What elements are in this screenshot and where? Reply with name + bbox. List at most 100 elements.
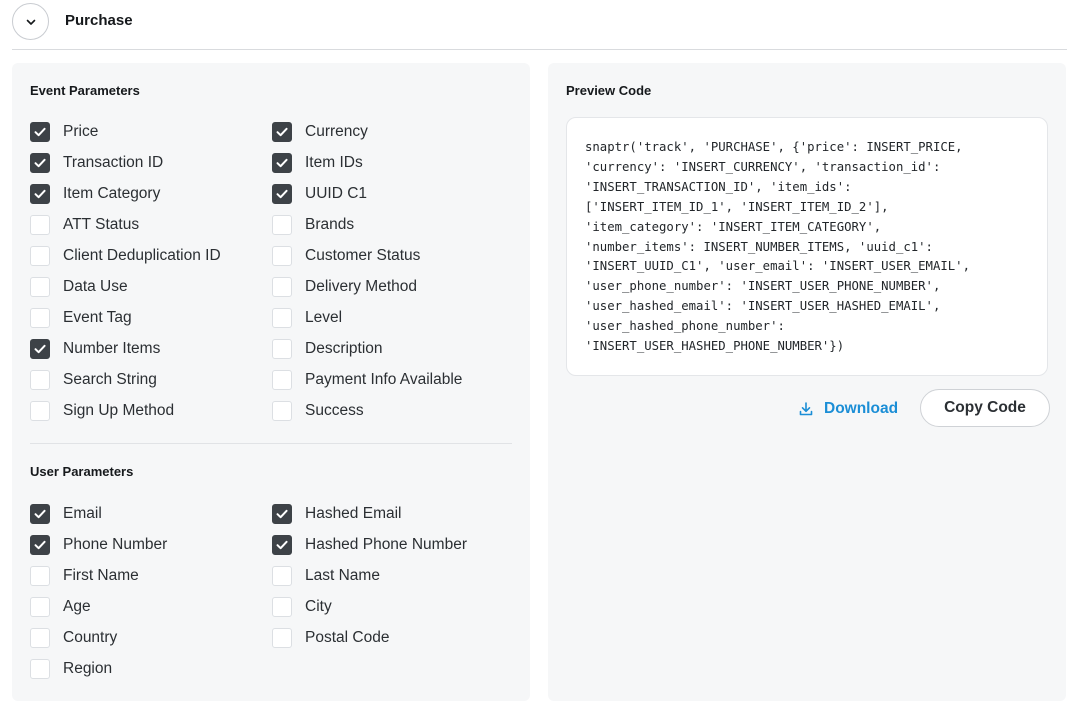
checkbox-unchecked[interactable] (272, 246, 292, 266)
chevron-down-icon (26, 19, 35, 25)
check-icon (276, 158, 288, 168)
check-icon (276, 509, 288, 519)
check-icon (34, 509, 46, 519)
preview-panel: Preview Code snaptr('track', 'PURCHASE',… (548, 63, 1066, 701)
checkbox-label: ATT Status (63, 216, 140, 233)
checkbox-price[interactable]: Price (30, 121, 98, 143)
check-icon (276, 540, 288, 550)
checkbox-email[interactable]: Email (30, 503, 102, 525)
checkbox-checked[interactable] (272, 153, 292, 173)
checkbox-label: Transaction ID (63, 154, 164, 171)
check-icon (34, 189, 46, 199)
checkbox-label: Customer Status (305, 247, 421, 264)
checkbox-label: Currency (305, 123, 368, 140)
checkbox-label: Price (63, 123, 99, 140)
checkbox-unchecked[interactable] (272, 339, 292, 359)
checkbox-label: First Name (63, 567, 139, 584)
checkbox-label: Payment Info Available (305, 371, 463, 388)
checkbox-transaction-id[interactable]: Transaction ID (30, 152, 163, 174)
checkbox-checked[interactable] (272, 184, 292, 204)
checkbox-unchecked[interactable] (272, 401, 292, 421)
checkbox-description[interactable]: Description (272, 338, 383, 360)
checkbox-unchecked[interactable] (272, 277, 292, 297)
checkbox-phone-number[interactable]: Phone Number (30, 534, 167, 556)
checkbox-unchecked[interactable] (30, 659, 50, 679)
checkbox-delivery-method[interactable]: Delivery Method (272, 276, 417, 298)
user-parameters-title: User Parameters (30, 464, 134, 479)
checkbox-item-ids[interactable]: Item IDs (272, 152, 363, 174)
section-header: Purchase (0, 0, 1080, 50)
checkbox-checked[interactable] (30, 535, 50, 555)
checkbox-unchecked[interactable] (272, 566, 292, 586)
checkbox-checked[interactable] (30, 504, 50, 524)
checkbox-unchecked[interactable] (30, 370, 50, 390)
checkbox-checked[interactable] (30, 153, 50, 173)
check-icon (34, 127, 46, 137)
checkbox-unchecked[interactable] (30, 401, 50, 421)
checkbox-success[interactable]: Success (272, 400, 364, 422)
checkbox-data-use[interactable]: Data Use (30, 276, 128, 298)
checkbox-number-items[interactable]: Number Items (30, 338, 160, 360)
checkbox-checked[interactable] (30, 339, 50, 359)
checkbox-hashed-phone-number[interactable]: Hashed Phone Number (272, 534, 467, 556)
checkbox-unchecked[interactable] (272, 308, 292, 328)
collapse-button[interactable] (12, 3, 49, 40)
checkbox-brands[interactable]: Brands (272, 214, 354, 236)
checkbox-unchecked[interactable] (272, 597, 292, 617)
checkbox-unchecked[interactable] (272, 628, 292, 648)
preview-code-title: Preview Code (566, 83, 652, 98)
checkbox-checked[interactable] (30, 122, 50, 142)
checkbox-unchecked[interactable] (30, 246, 50, 266)
checkbox-unchecked[interactable] (30, 628, 50, 648)
checkbox-search-string[interactable]: Search String (30, 369, 157, 391)
checkbox-customer-status[interactable]: Customer Status (272, 245, 420, 267)
checkbox-level[interactable]: Level (272, 307, 342, 329)
check-icon (34, 540, 46, 550)
checkbox-item-category[interactable]: Item Category (30, 183, 160, 205)
header-divider (12, 49, 1067, 50)
checkbox-label: Hashed Email (305, 505, 402, 522)
checkbox-hashed-email[interactable]: Hashed Email (272, 503, 402, 525)
checkbox-checked[interactable] (272, 122, 292, 142)
copy-code-button[interactable]: Copy Code (920, 389, 1050, 427)
checkbox-label: Number Items (63, 340, 161, 357)
checkbox-unchecked[interactable] (272, 370, 292, 390)
checkbox-client-deduplication-id[interactable]: Client Deduplication ID (30, 245, 221, 267)
checkbox-first-name[interactable]: First Name (30, 565, 139, 587)
checkbox-label: Success (305, 402, 364, 419)
checkbox-att-status[interactable]: ATT Status (30, 214, 139, 236)
checkbox-label: Event Tag (63, 309, 132, 326)
checkbox-event-tag[interactable]: Event Tag (30, 307, 132, 329)
checkbox-unchecked[interactable] (30, 566, 50, 586)
checkbox-checked[interactable] (30, 184, 50, 204)
checkbox-postal-code[interactable]: Postal Code (272, 627, 389, 649)
checkbox-label: Client Deduplication ID (63, 247, 221, 264)
download-button[interactable]: Download (798, 397, 898, 421)
checkbox-label: Sign Up Method (63, 402, 175, 419)
checkbox-label: Email (63, 505, 102, 522)
checkbox-unchecked[interactable] (30, 215, 50, 235)
checkbox-country[interactable]: Country (30, 627, 117, 649)
checkbox-unchecked[interactable] (30, 277, 50, 297)
checkbox-unchecked[interactable] (30, 308, 50, 328)
checkbox-label: Last Name (305, 567, 380, 584)
checkbox-label: Phone Number (63, 536, 168, 553)
event-parameters-title: Event Parameters (30, 83, 140, 98)
checkbox-payment-info-available[interactable]: Payment Info Available (272, 369, 462, 391)
checkbox-sign-up-method[interactable]: Sign Up Method (30, 400, 174, 422)
checkbox-age[interactable]: Age (30, 596, 91, 618)
checkbox-checked[interactable] (272, 504, 292, 524)
code-preview-box[interactable]: snaptr('track', 'PURCHASE', {'price': IN… (566, 117, 1048, 376)
checkbox-label: Search String (63, 371, 157, 388)
checkbox-checked[interactable] (272, 535, 292, 555)
checkbox-city[interactable]: City (272, 596, 332, 618)
checkbox-label: Description (305, 340, 383, 357)
checkbox-uuid-c1[interactable]: UUID C1 (272, 183, 367, 205)
checkbox-unchecked[interactable] (30, 597, 50, 617)
checkbox-unchecked[interactable] (272, 215, 292, 235)
checkbox-label: City (305, 598, 332, 615)
checkbox-region[interactable]: Region (30, 658, 112, 680)
checkbox-currency[interactable]: Currency (272, 121, 368, 143)
section-divider (30, 443, 512, 444)
checkbox-last-name[interactable]: Last Name (272, 565, 380, 587)
